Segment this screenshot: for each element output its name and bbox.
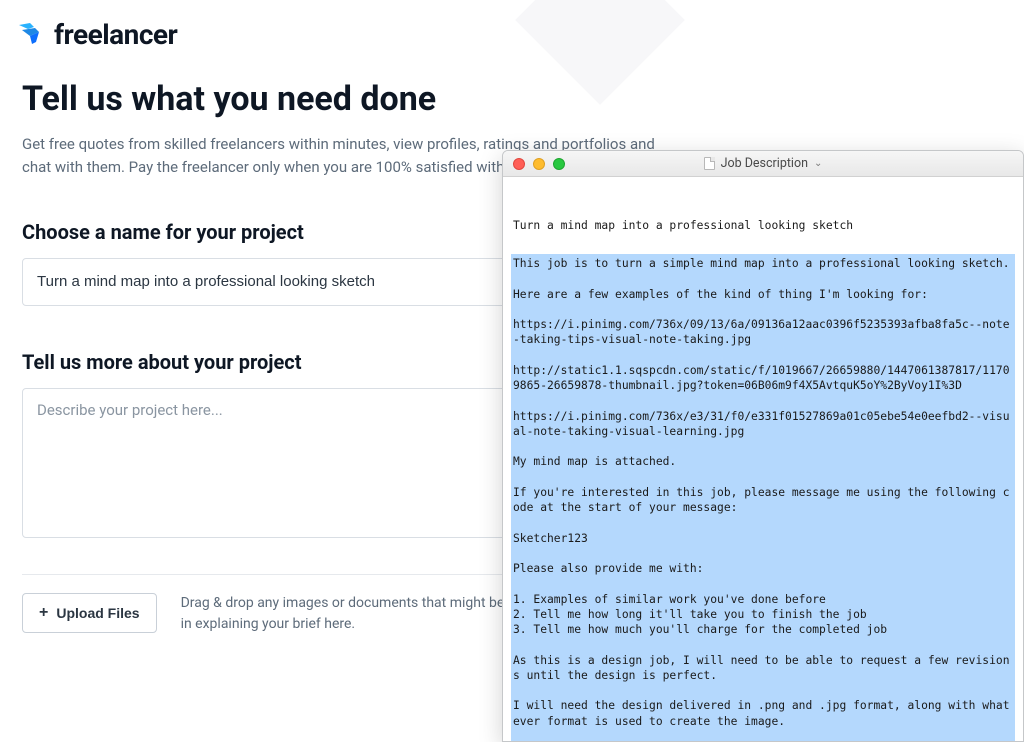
site-header: freelancer — [0, 0, 1024, 51]
editor-blank-line[interactable] — [511, 235, 1015, 254]
bird-icon — [18, 22, 48, 48]
maximize-icon[interactable] — [553, 158, 565, 170]
window-title: Job Description ⌄ — [503, 156, 1023, 171]
logo-text: freelancer — [54, 18, 177, 51]
window-titlebar[interactable]: Job Description ⌄ — [503, 151, 1023, 177]
editor-line-unselected[interactable]: Turn a mind map into a professional look… — [511, 216, 1015, 235]
editor-content[interactable]: Turn a mind map into a professional look… — [511, 185, 1015, 741]
plus-icon: + — [39, 604, 48, 622]
window-title-text: Job Description — [721, 156, 808, 171]
upload-button-label: Upload Files — [56, 605, 139, 621]
document-icon — [704, 157, 715, 170]
logo[interactable]: freelancer — [18, 18, 177, 51]
chevron-down-icon: ⌄ — [814, 158, 822, 169]
editor-selected-text[interactable]: This job is to turn a simple mind map in… — [511, 254, 1015, 741]
traffic-lights — [503, 158, 565, 170]
close-icon[interactable] — [513, 158, 525, 170]
editor-body[interactable]: Turn a mind map into a professional look… — [503, 177, 1023, 741]
upload-files-button[interactable]: + Upload Files — [22, 593, 157, 633]
minimize-icon[interactable] — [533, 158, 545, 170]
texteditor-window: Job Description ⌄ Turn a mind map into a… — [502, 150, 1024, 742]
